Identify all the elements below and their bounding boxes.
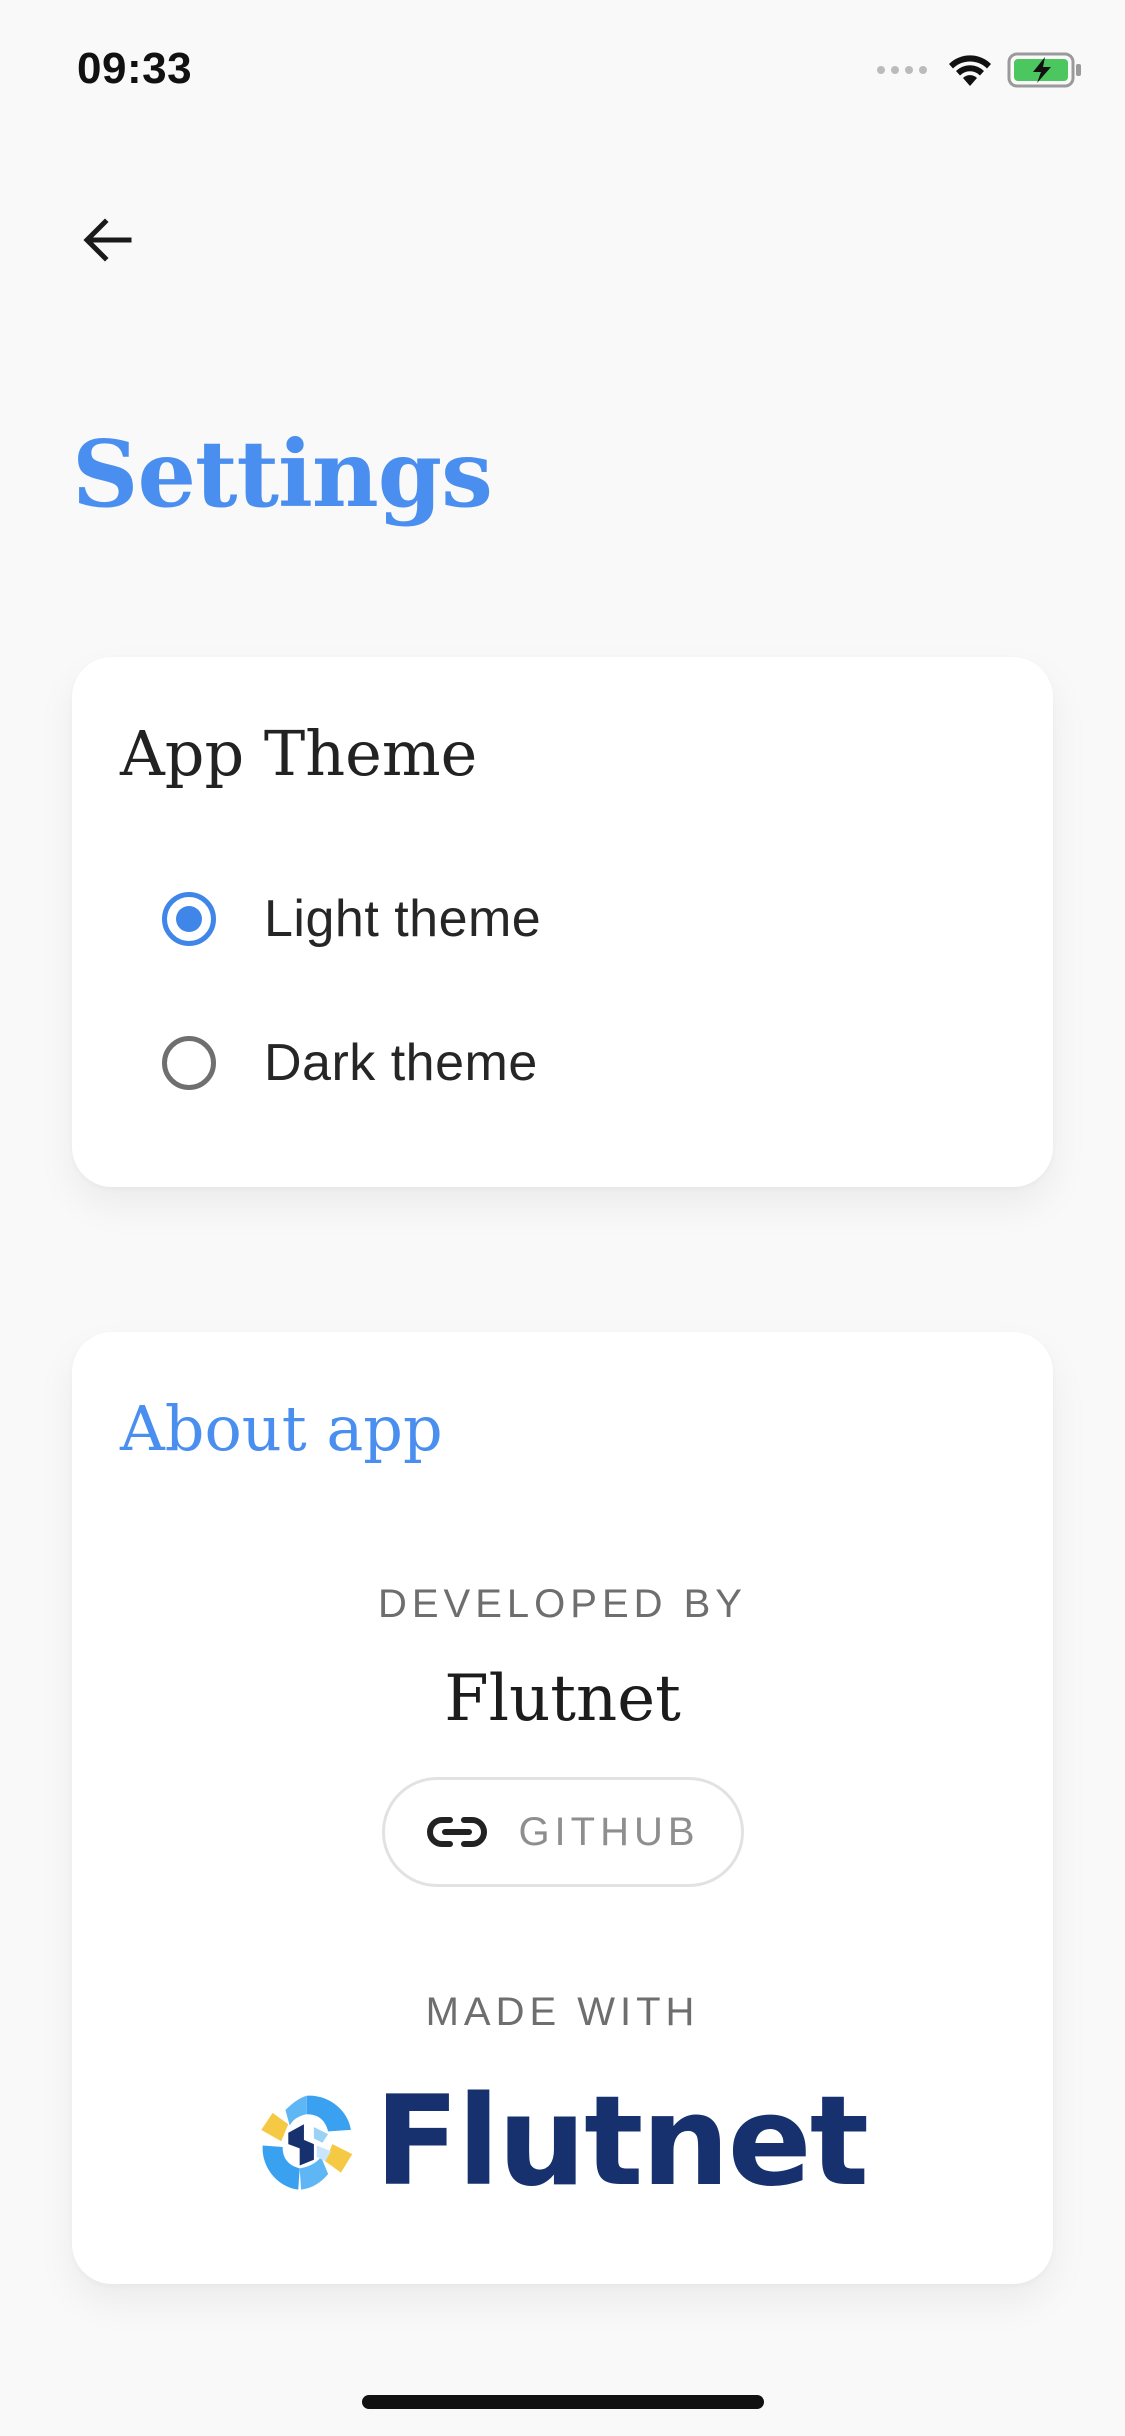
wifi-icon <box>949 55 991 86</box>
status-bar: 09:33 <box>0 0 1125 135</box>
about-app-card: About app DEVELOPED BY Flutnet GITHUB MA… <box>72 1332 1053 2284</box>
link-icon <box>427 1817 488 1847</box>
about-app-heading: About app <box>120 1392 443 1465</box>
made-with-label: MADE WITH <box>425 1990 700 2034</box>
flutnet-logo-mark-icon <box>261 2095 353 2190</box>
status-time: 09:33 <box>77 44 193 93</box>
github-button[interactable]: GITHUB <box>382 1777 744 1887</box>
dark-theme-label: Dark theme <box>264 1034 538 1092</box>
battery-charging-icon <box>1007 52 1081 88</box>
flutnet-logo-text: Flutnet <box>374 2070 869 2214</box>
developer-name: Flutnet <box>444 1662 681 1736</box>
github-label: GITHUB <box>518 1809 700 1854</box>
app-theme-card: App Theme Light theme Dark theme <box>72 657 1053 1187</box>
arrow-back-icon <box>83 218 132 262</box>
light-theme-label: Light theme <box>264 890 542 948</box>
status-icons <box>877 50 1083 90</box>
light-theme-radio[interactable] <box>162 892 216 946</box>
app-theme-heading: App Theme <box>120 717 478 790</box>
cellular-signal-icon <box>877 66 927 74</box>
dark-theme-option[interactable]: Dark theme <box>162 1033 538 1093</box>
dark-theme-radio[interactable] <box>162 1036 216 1090</box>
developed-by-label: DEVELOPED BY <box>377 1582 747 1626</box>
light-theme-option[interactable]: Light theme <box>162 889 541 949</box>
flutnet-logo: Flutnet <box>257 2062 869 2222</box>
home-indicator[interactable] <box>362 2395 764 2409</box>
page-title: Settings <box>72 420 493 528</box>
back-button[interactable] <box>72 205 142 275</box>
